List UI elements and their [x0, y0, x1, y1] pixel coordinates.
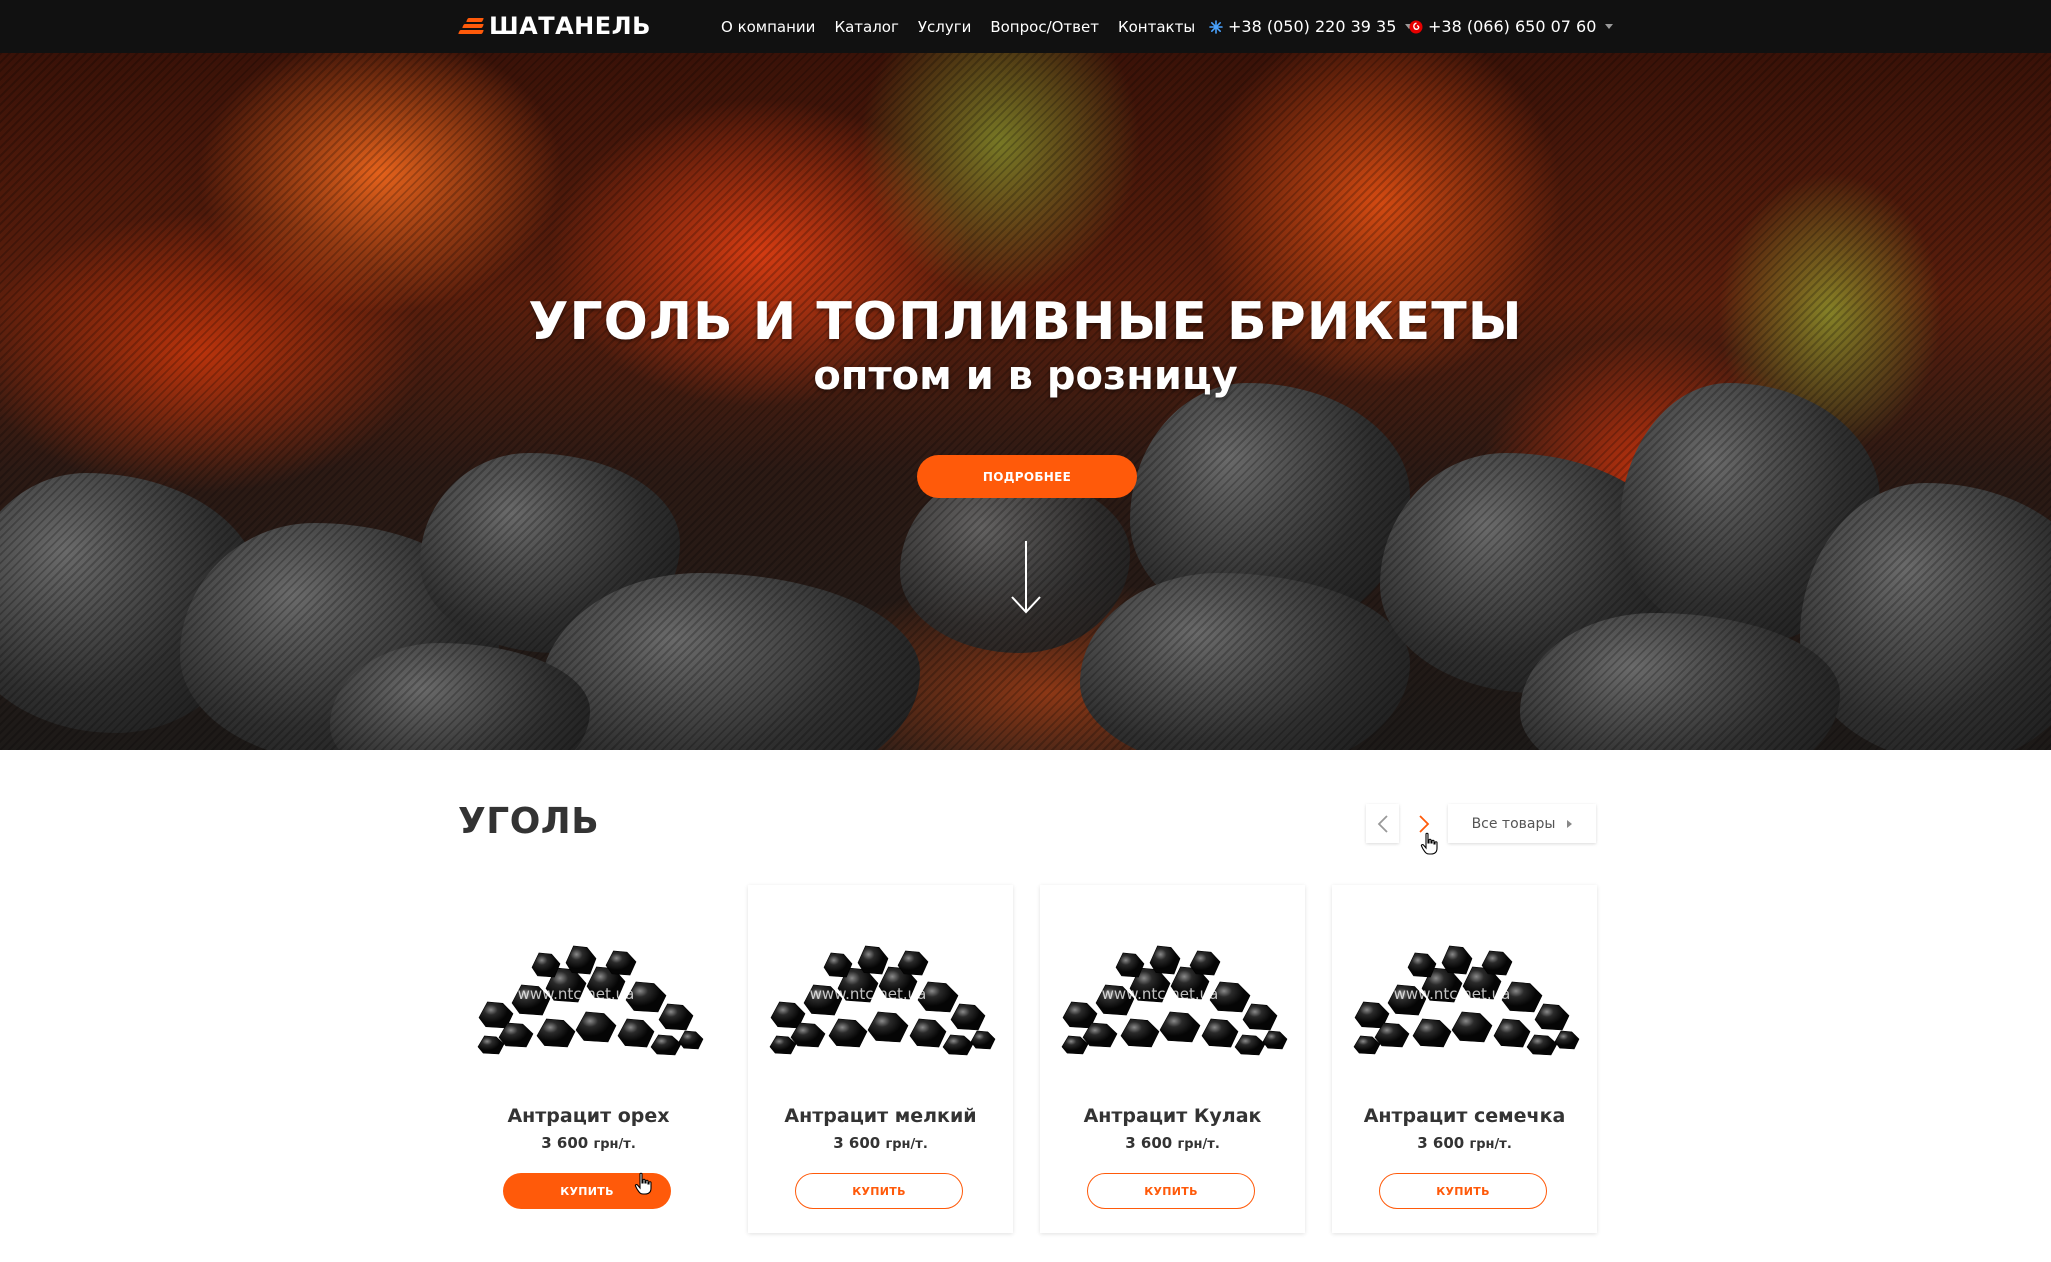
all-products-label: Все товары — [1471, 815, 1556, 832]
coal-lump — [1262, 1030, 1288, 1050]
hero-banner: УГОЛЬ И ТОПЛИВНЫЕ БРИКЕТЫ оптом и в розн… — [0, 53, 2051, 750]
coal-lump — [1534, 1003, 1570, 1031]
coal-lump — [531, 952, 561, 978]
section-title: УГОЛЬ — [458, 801, 600, 842]
product-image[interactable]: www.ntc.net.ua — [1332, 905, 1597, 1075]
coal-lump — [575, 1011, 617, 1043]
coal-lump — [650, 1034, 682, 1056]
coal-lump — [1234, 1034, 1266, 1056]
hand-cursor-icon — [634, 1172, 652, 1195]
logo-text: ШАТАНЕЛЬ — [489, 12, 651, 40]
logo[interactable]: ШАТАНЕЛЬ — [458, 11, 651, 41]
coal-lump — [1149, 945, 1181, 975]
watermark-text: www.ntc.net.ua — [518, 985, 635, 1003]
phone-number-1: +38 (050) 220 39 35 — [1228, 17, 1397, 36]
hero-subtitle: оптом и в розницу — [813, 353, 1238, 399]
more-button[interactable]: ПОДРОБНЕЕ — [917, 455, 1137, 498]
kyivstar-star-icon — [1209, 19, 1223, 34]
coal-lump — [678, 1030, 704, 1050]
nav-catalog[interactable]: Каталог — [834, 18, 898, 36]
coal-lump — [857, 945, 889, 975]
arrow-down-icon[interactable] — [1011, 539, 1041, 615]
coal-lump — [1493, 1018, 1531, 1048]
product-name[interactable]: Антрацит Кулак — [1040, 1105, 1305, 1127]
buy-button[interactable]: КУПИТЬ — [1087, 1173, 1255, 1209]
watermark-text: www.ntc.net.ua — [810, 985, 927, 1003]
coal-lump — [1201, 1018, 1239, 1048]
coal-lump — [1451, 1011, 1493, 1043]
coal-lump — [536, 1018, 576, 1048]
product-card[interactable]: www.ntc.net.ua Антрацит Кулак 3 600 грн/… — [1040, 885, 1305, 1233]
logo-stripes-icon — [458, 16, 484, 36]
nav-contacts[interactable]: Контакты — [1118, 18, 1195, 36]
coal-lump — [617, 1018, 655, 1048]
top-bar: ШАТАНЕЛЬ О компании Каталог Услуги Вопро… — [0, 0, 2051, 53]
coal-lump — [970, 1030, 996, 1050]
product-image[interactable]: www.ntc.net.ua — [456, 905, 721, 1075]
phone-number-2: +38 (066) 650 07 60 — [1428, 17, 1597, 36]
product-price: 3 600 грн/т. — [1125, 1134, 1220, 1152]
coal-lump — [823, 952, 853, 978]
watermark-text: www.ntc.net.ua — [1102, 985, 1219, 1003]
coal-lump — [1120, 1018, 1160, 1048]
product-name[interactable]: Антрацит семечка — [1332, 1105, 1597, 1127]
hand-cursor-icon — [1420, 832, 1438, 855]
hero-title: УГОЛЬ И ТОПЛИВНЫЕ БРИКЕТЫ — [528, 292, 1523, 352]
product-image[interactable]: www.ntc.net.ua — [748, 905, 1013, 1075]
chevron-right-icon — [1418, 814, 1429, 833]
coal-lump — [1526, 1034, 1558, 1056]
coal-lump — [897, 950, 929, 976]
coal-lump — [1412, 1018, 1452, 1048]
coal-lump — [950, 1003, 986, 1031]
product-name[interactable]: Антрацит мелкий — [748, 1105, 1013, 1127]
coal-lump — [1159, 1011, 1201, 1043]
nav-faq[interactable]: Вопрос/Ответ — [990, 18, 1099, 36]
product-name[interactable]: Антрацит орех — [456, 1105, 721, 1127]
coal-lump — [1554, 1030, 1580, 1050]
product-price: 3 600 грн/т. — [541, 1134, 636, 1152]
coal-lump — [1441, 945, 1473, 975]
chevron-right-icon — [1567, 819, 1573, 828]
coal-lump — [828, 1018, 868, 1048]
carousel-prev-button[interactable] — [1366, 804, 1399, 843]
coal-lump — [658, 1003, 694, 1031]
product-price: 3 600 грн/т. — [833, 1134, 928, 1152]
coal-lump — [909, 1018, 947, 1048]
all-products-button[interactable]: Все товары — [1448, 804, 1596, 843]
coal-lump — [1189, 950, 1221, 976]
product-card[interactable]: www.ntc.net.ua Антрацит мелкий 3 600 грн… — [748, 885, 1013, 1233]
nav-about[interactable]: О компании — [721, 18, 815, 36]
product-price: 3 600 грн/т. — [1417, 1134, 1512, 1152]
product-card[interactable]: www.ntc.net.ua Антрацит семечка 3 600 гр… — [1332, 885, 1597, 1233]
coal-lump — [565, 945, 597, 975]
product-card[interactable]: www.ntc.net.ua Антрацит орех 3 600 грн/т… — [456, 885, 721, 1233]
phone-vodafone[interactable]: +38 (066) 650 07 60 — [1409, 0, 1614, 53]
vodafone-icon — [1409, 20, 1423, 33]
buy-button[interactable]: КУПИТЬ — [1379, 1173, 1547, 1209]
watermark-text: www.ntc.net.ua — [1394, 985, 1511, 1003]
main-nav: О компании Каталог Услуги Вопрос/Ответ К… — [721, 0, 1214, 53]
coal-lump — [1115, 952, 1145, 978]
chevron-down-icon[interactable] — [1605, 24, 1614, 29]
coal-lump — [1481, 950, 1513, 976]
chevron-left-icon — [1377, 814, 1388, 833]
phone-kyivstar[interactable]: +38 (050) 220 39 35 — [1209, 0, 1414, 53]
hero-texture-overlay — [0, 53, 2051, 750]
coal-lump — [867, 1011, 909, 1043]
coal-lump — [942, 1034, 974, 1056]
coal-lump — [1242, 1003, 1278, 1031]
coal-lump — [605, 950, 637, 976]
coal-lump — [1407, 952, 1437, 978]
product-image[interactable]: www.ntc.net.ua — [1040, 905, 1305, 1075]
buy-button[interactable]: КУПИТЬ — [795, 1173, 963, 1209]
nav-services[interactable]: Услуги — [918, 18, 971, 36]
